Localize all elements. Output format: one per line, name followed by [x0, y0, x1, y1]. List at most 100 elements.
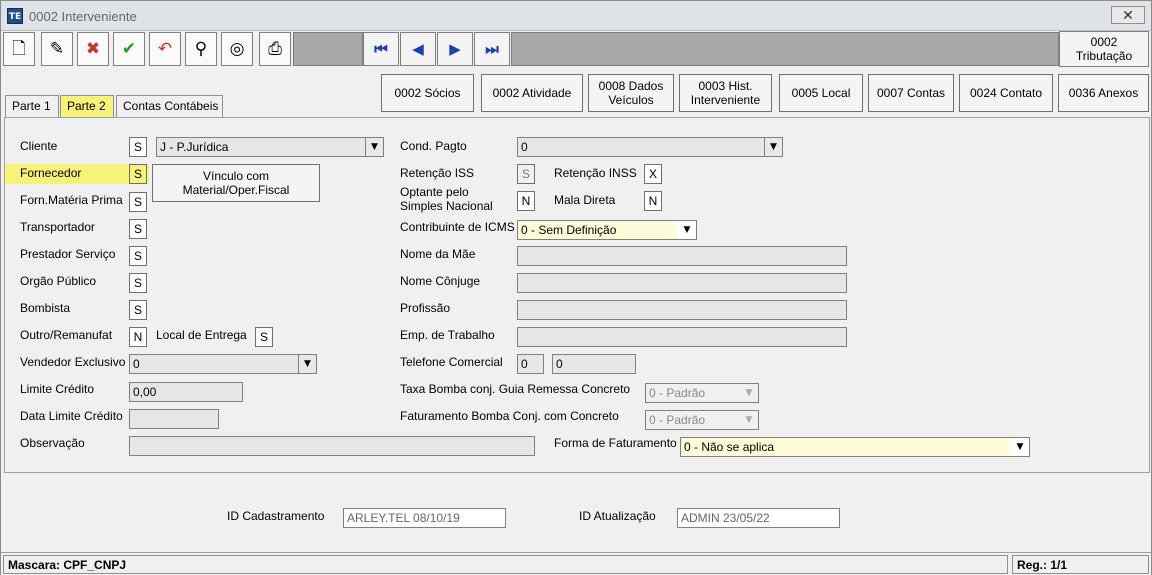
tab-parte-1[interactable]: Parte 1 — [5, 95, 59, 117]
orgao-flag[interactable]: S — [129, 273, 147, 293]
retencao-inss-flag[interactable]: X — [644, 164, 662, 184]
fat-bomba-select[interactable]: 0 - Padrão ▼ — [645, 410, 759, 430]
undo-icon[interactable]: ↶ — [149, 32, 181, 66]
taxa-bomba-value: 0 - Padrão — [649, 386, 706, 400]
hist-line-2: Interveniente — [690, 93, 761, 107]
toolbar-spacer — [511, 32, 1059, 66]
tributacao-label: Tributação — [1075, 49, 1133, 63]
tab-parte-2[interactable]: Parte 2 — [60, 95, 114, 117]
id-cadastramento-value: ARLEY.TEL 08/10/19 — [343, 508, 506, 528]
local-entrega-label: Local de Entrega — [156, 328, 247, 342]
bombista-flag[interactable]: S — [129, 300, 147, 320]
cond-pagto-value: 0 — [521, 140, 528, 154]
chevron-down-icon[interactable]: ▼ — [764, 138, 782, 156]
materia-prima-label: Forn.Matéria Prima — [20, 193, 123, 207]
limite-label: Limite Crédito — [20, 382, 95, 396]
status-mascara: Mascara: CPF_CNPJ — [3, 555, 1008, 574]
cliente-tipo-select[interactable]: J - P.Jurídica ▼ — [156, 137, 384, 157]
emp-trabalho-label: Emp. de Trabalho — [400, 328, 495, 342]
contato-button[interactable]: 0024 Contato — [959, 74, 1053, 112]
taxa-bomba-select[interactable]: 0 - Padrão ▼ — [645, 383, 759, 403]
chevron-down-icon[interactable]: ▼ — [678, 221, 696, 239]
edit-icon[interactable]: ✎ — [41, 32, 73, 66]
cond-pagto-select[interactable]: 0 ▼ — [517, 137, 783, 157]
transportador-label: Transportador — [20, 220, 95, 234]
chevron-down-icon[interactable]: ▼ — [740, 411, 758, 429]
nome-conjuge-input[interactable] — [517, 273, 847, 293]
materia-prima-flag[interactable]: S — [129, 192, 147, 212]
optante-flag[interactable]: N — [517, 191, 535, 211]
mala-direta-flag[interactable]: N — [644, 191, 662, 211]
atividade-button[interactable]: 0002 Atividade — [481, 74, 583, 112]
icms-select[interactable]: 0 - Sem Definição ▼ — [517, 220, 697, 240]
observacao-label: Observação — [20, 436, 85, 450]
nome-mae-input[interactable] — [517, 246, 847, 266]
forma-faturamento-select[interactable]: 0 - Não se aplica ▼ — [680, 437, 1030, 457]
outro-flag[interactable]: N — [129, 327, 147, 347]
prestador-flag[interactable]: S — [129, 246, 147, 266]
cancel-icon[interactable]: ✖ — [77, 32, 109, 66]
chevron-down-icon[interactable]: ▼ — [740, 384, 758, 402]
retencao-inss-label: Retenção INSS — [554, 166, 637, 180]
binoculars-search-icon[interactable]: ⚲ — [185, 32, 217, 66]
socios-button[interactable]: 0002 Sócios — [381, 74, 474, 112]
observacao-input[interactable] — [129, 436, 535, 456]
tributacao-code: 0002 — [1090, 35, 1118, 49]
close-button[interactable]: ✕ — [1111, 6, 1145, 24]
previous-record-button[interactable]: ◀ — [400, 32, 436, 66]
contas-button[interactable]: 0007 Contas — [868, 74, 954, 112]
cliente-tipo-value: J - P.Jurídica — [160, 140, 229, 154]
vendedor-select[interactable]: 0 ▼ — [129, 354, 317, 374]
fornecedor-flag[interactable]: S — [129, 164, 147, 184]
data-limite-label: Data Limite Crédito — [20, 409, 123, 423]
status-registro: Reg.: 1/1 — [1012, 555, 1149, 574]
id-atualizacao-value: ADMIN 23/05/22 — [677, 508, 840, 528]
status-bar: Mascara: CPF_CNPJ Reg.: 1/1 — [1, 552, 1151, 575]
chevron-down-icon[interactable]: ▼ — [1011, 438, 1029, 456]
fat-bomba-label: Faturamento Bomba Conj. com Concreto — [400, 409, 619, 423]
confirm-check-icon[interactable]: ✔ — [113, 32, 145, 66]
local-entrega-flag[interactable]: S — [255, 327, 273, 347]
telefone-numero-input[interactable]: 0 — [552, 354, 636, 374]
disk-tool-icon[interactable]: ◎ — [221, 32, 253, 66]
cond-pagto-label: Cond. Pagto — [400, 139, 467, 153]
fornecedor-label: Fornecedor — [5, 164, 149, 184]
mala-direta-label: Mala Direta — [554, 193, 616, 207]
app-logo-icon: TE — [7, 8, 23, 24]
first-record-button[interactable]: ⏮ — [363, 32, 399, 66]
profissao-label: Profissão — [400, 301, 451, 315]
forma-faturamento-value: 0 - Não se aplica — [684, 440, 775, 454]
chevron-down-icon[interactable]: ▼ — [298, 355, 316, 373]
print-icon[interactable]: ⎙ — [259, 32, 291, 66]
window-title: 0002 Interveniente — [29, 9, 137, 24]
title-bar: TE 0002 Interveniente ✕ — [1, 1, 1151, 31]
transportador-flag[interactable]: S — [129, 219, 147, 239]
telefone-ddd-input[interactable]: 0 — [517, 354, 544, 374]
anexos-button[interactable]: 0036 Anexos — [1058, 74, 1149, 112]
icms-label: Contribuinte de ICMS — [400, 220, 515, 234]
veiculos-button[interactable]: 0008 Dados Veículos — [588, 74, 674, 112]
new-document-icon[interactable]: 🗋 — [3, 32, 35, 66]
taxa-bomba-label: Taxa Bomba conj. Guia Remessa Concreto — [400, 382, 631, 396]
local-button[interactable]: 0005 Local — [779, 74, 863, 112]
vendedor-label: Vendedor Exclusivo — [20, 355, 126, 369]
limite-input[interactable]: 0,00 — [129, 382, 243, 402]
tab-contas-contabeis[interactable]: Contas Contábeis — [116, 95, 223, 117]
chevron-down-icon[interactable]: ▼ — [365, 138, 383, 156]
data-limite-input[interactable] — [129, 409, 219, 429]
vinculo-material-button[interactable]: Vínculo com Material/Oper.Fiscal — [152, 164, 320, 202]
cliente-flag[interactable]: S — [129, 137, 147, 157]
emp-trabalho-input[interactable] — [517, 327, 847, 347]
toolbar-spacer — [293, 32, 363, 66]
hist-line-1: 0003 Hist. — [698, 79, 753, 93]
vinculo-line-2: Material/Oper.Fiscal — [182, 183, 290, 197]
retencao-iss-flag[interactable]: S — [517, 164, 535, 184]
optante-label: Optante pelo Simples Nacional — [400, 185, 493, 213]
tributacao-button[interactable]: 0002 Tributação — [1059, 31, 1149, 67]
prestador-label: Prestador Serviço — [20, 247, 116, 261]
forma-faturamento-label: Forma de Faturamento — [554, 436, 677, 450]
last-record-button[interactable]: ⏭ — [474, 32, 510, 66]
profissao-input[interactable] — [517, 300, 847, 320]
hist-interveniente-button[interactable]: 0003 Hist. Interveniente — [679, 74, 772, 112]
next-record-button[interactable]: ▶ — [437, 32, 473, 66]
